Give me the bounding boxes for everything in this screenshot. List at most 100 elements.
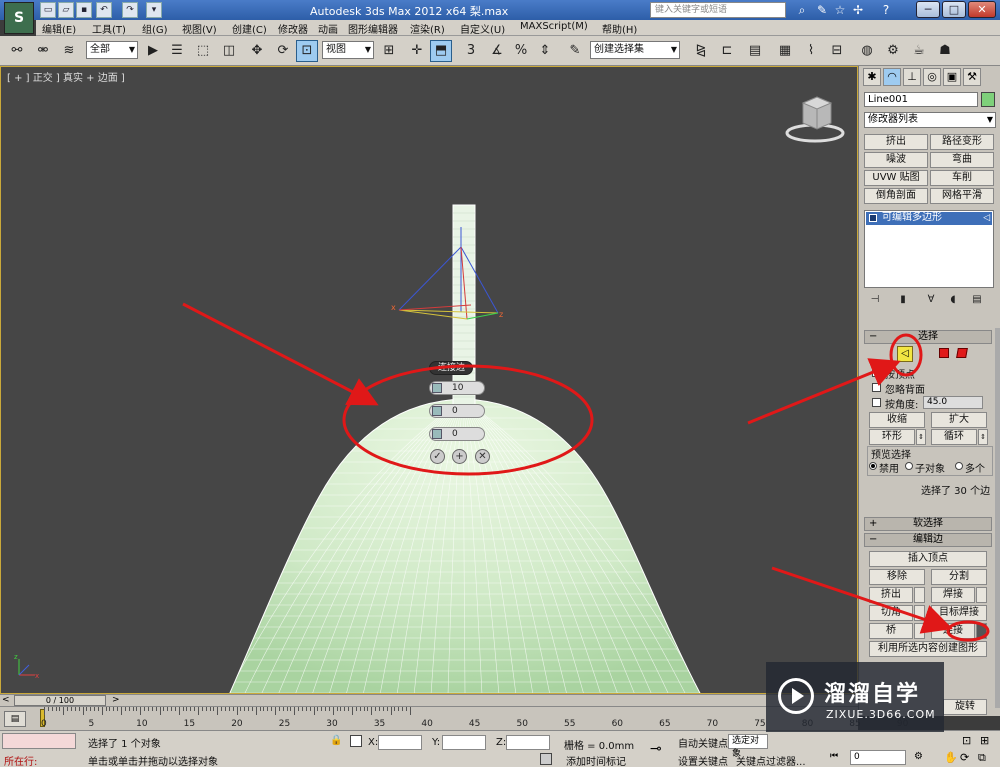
display-tab-icon[interactable]: ▣ [943,68,961,86]
weld-settings-button[interactable] [976,587,987,603]
add-time-tag-label[interactable]: 添加时间标记 [566,753,626,767]
mirror-icon[interactable]: ⧎ [690,40,712,62]
binoculars-icon[interactable]: ⌕ [794,2,810,18]
y-coord-field[interactable] [442,735,486,750]
rect-selection-icon[interactable]: ⬚ [192,40,214,62]
edge-mode-icon[interactable]: ◁ [897,346,913,362]
by-angle-checkbox[interactable] [872,398,881,407]
minimize-button[interactable]: ─ [916,1,940,18]
time-next-icon[interactable]: > [112,695,120,705]
ring-spinner[interactable]: ⇕ [916,429,926,445]
material-editor-icon[interactable]: ◍ [856,40,878,62]
extrude-button[interactable]: 挤出 [869,587,913,603]
insert-vertex-button[interactable]: 插入顶点 [869,551,987,567]
create-tab-icon[interactable]: ✱ [863,68,881,86]
object-color-swatch[interactable] [981,92,995,107]
modifier-pathdeform-button[interactable]: 路径变形 [930,134,994,150]
panel-scrollbar[interactable] [995,328,1000,708]
selection-filter-dropdown[interactable]: 全部 ▼ [86,41,138,59]
modifier-list-dropdown[interactable]: 修改器列表 ▼ [864,112,996,128]
modifier-noise-button[interactable]: 噪波 [864,152,928,168]
keyboard-shortcut-override-icon[interactable]: ⬒ [430,40,452,62]
caddy-cancel-button[interactable]: ✕ [475,449,490,464]
menu-help[interactable]: 帮助(H) [602,21,637,36]
caddy-pinch-spinner[interactable]: 0 [429,404,485,418]
remove-modifier-icon[interactable]: ◖ [945,292,961,308]
soft-selection-rollout-header[interactable]: + 软选择 [864,517,992,531]
time-prev-icon[interactable]: < [2,695,10,705]
show-end-result-icon[interactable]: ▮ [895,292,911,308]
zoom-extents-all-icon[interactable]: ⊞ [980,734,989,747]
angle-spinner[interactable]: 45.0 [923,396,983,409]
open-file-icon[interactable]: ▱ [58,2,74,18]
hierarchy-tab-icon[interactable]: ⊥ [903,68,921,86]
link-icon[interactable]: ⚯ [6,40,28,62]
pivot-center-icon[interactable]: ⊞ [378,40,400,62]
scene-canvas[interactable]: x z x z [1,67,858,694]
preview-subobject-radio[interactable] [905,462,913,470]
zoom-extents-icon[interactable]: ⊡ [962,734,971,747]
maximize-button[interactable]: □ [942,1,966,18]
select-object-icon[interactable]: ▶ [142,40,164,62]
caddy-apply-button[interactable]: + [452,449,467,464]
create-shape-button[interactable]: 利用所选内容创建图形 [869,641,987,657]
split-button[interactable]: 分割 [931,569,987,585]
grow-button[interactable]: 扩大 [931,412,987,428]
maximize-viewport-icon[interactable]: ⧉ [978,751,986,765]
menu-rendering[interactable]: 渲染(R) [410,21,445,36]
curve-editor-icon[interactable]: ⌇ [800,40,822,62]
menu-group[interactable]: 组(G) [142,21,168,36]
search-input[interactable]: 键入关键字或短语 [650,2,786,18]
preview-multi-radio[interactable] [955,462,963,470]
chamfer-button[interactable]: 切角 [869,605,913,621]
shrink-button[interactable]: 收缩 [869,412,925,428]
menu-animation[interactable]: 动画 [318,21,338,36]
lock-icon[interactable]: 🔒 [330,735,342,746]
pin-icon[interactable]: ✢ [850,2,866,18]
modifier-bevelprofile-button[interactable]: 倒角剖面 [864,188,928,204]
render-production-icon[interactable]: ☗ [934,40,956,62]
move-icon[interactable]: ✥ [246,40,268,62]
modifier-extrude-button[interactable]: 挤出 [864,134,928,150]
stack-item-editable-poly[interactable]: 可编辑多边形 ◁ [866,212,992,225]
menu-maxscript[interactable]: MAXScript(M) [520,21,588,32]
preview-disabled-radio[interactable] [869,462,877,470]
orbit-icon[interactable]: ⟳ [960,751,969,764]
selection-rollout-header[interactable]: − 选择 [864,330,992,344]
app-logo-icon[interactable]: S [4,2,34,34]
percent-snap-icon[interactable]: % [510,40,532,62]
menu-create[interactable]: 创建(C) [232,21,267,36]
rotate-icon[interactable]: ⟳ [272,40,294,62]
named-selection-dropdown[interactable]: 创建选择集 ▼ [590,41,680,59]
caddy-slide-spinner[interactable]: 0 [429,427,485,441]
layer-manager-icon[interactable]: ▤ [744,40,766,62]
menu-customize[interactable]: 自定义(U) [460,21,505,36]
render-setup-icon[interactable]: ⚙ [882,40,904,62]
menu-tools[interactable]: 工具(T) [92,21,126,36]
schematic-view-icon[interactable]: ⊟ [826,40,848,62]
spin-button[interactable]: 旋转 [943,699,987,715]
menu-graph-editors[interactable]: 图形编辑器 [348,21,398,36]
modifier-uvw-button[interactable]: UVW 贴图 [864,170,928,186]
time-slider[interactable]: < 0 / 100 > [0,694,858,706]
prev-key-icon[interactable]: ⏮ [830,751,838,761]
caddy-ok-button[interactable]: ✓ [430,449,445,464]
auto-key-button[interactable]: 自动关键点 [678,735,728,750]
pan-view-icon[interactable]: ✋ [944,751,958,764]
angle-snap-icon[interactable]: ∡ [486,40,508,62]
key-icon[interactable]: ⊸ [650,741,662,757]
edit-edges-rollout-header[interactable]: − 编辑边 [864,533,992,547]
select-manipulate-icon[interactable]: ✛ [406,40,428,62]
connect-button[interactable]: 连接 [931,623,975,639]
utilities-tab-icon[interactable]: ⚒ [963,68,981,86]
save-file-icon[interactable]: ▪ [76,2,92,18]
element-mode-icon[interactable] [956,348,968,358]
window-crossing-icon[interactable]: ◫ [218,40,240,62]
modify-tab-icon[interactable]: ◠ [883,68,901,86]
weld-button[interactable]: 焊接 [931,587,975,603]
rendered-frame-icon[interactable]: ☕ [908,40,930,62]
set-key-button[interactable]: 设置关键点 [678,753,728,767]
object-name-field[interactable]: Line001 [864,92,978,107]
close-button[interactable]: ✕ [968,1,996,18]
chamfer-settings-button[interactable] [914,605,925,621]
